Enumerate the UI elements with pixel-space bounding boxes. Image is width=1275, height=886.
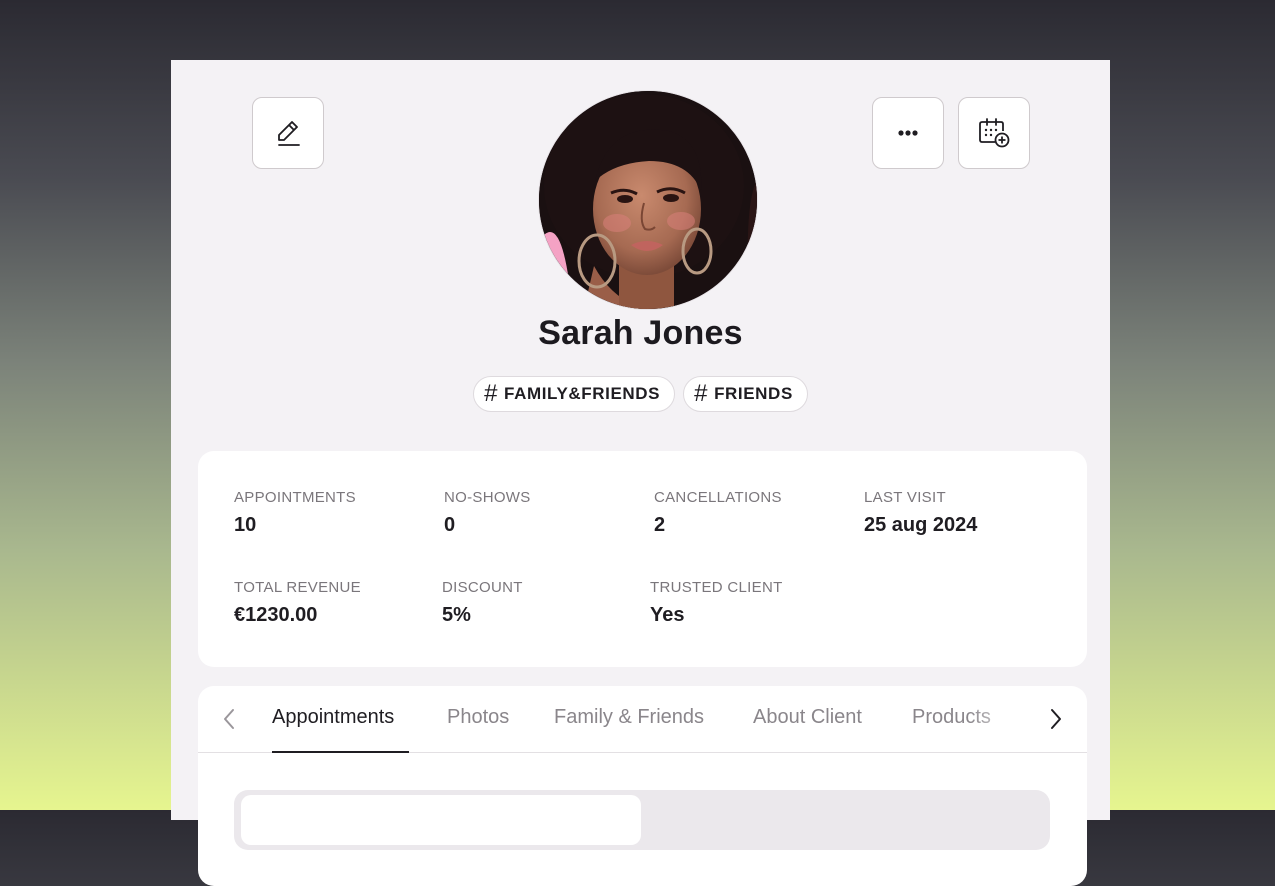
hashtag-icon: # (694, 380, 709, 407)
tab-family-friends[interactable]: Family & Friends (554, 706, 704, 729)
tab-about-client[interactable]: About Client (753, 706, 862, 729)
tabs-fade (968, 696, 1028, 746)
stat-no-shows: NO-SHOWS 0 (444, 489, 531, 537)
tag-chip[interactable]: # FRIENDS (683, 376, 808, 412)
tag-label: FRIENDS (714, 384, 793, 403)
stat-trusted-client: TRUSTED CLIENT Yes (650, 579, 783, 627)
stat-value: 0 (444, 514, 456, 536)
stat-label: CANCELLATIONS (654, 489, 782, 506)
stat-label: TOTAL REVENUE (234, 579, 361, 596)
stat-last-visit: LAST VISIT 25 aug 2024 (864, 489, 977, 537)
more-options-button[interactable] (872, 97, 944, 169)
tab-photos[interactable]: Photos (447, 706, 509, 729)
tag-label: FAMILY&FRIENDS (504, 384, 661, 403)
client-name: Sarah Jones (538, 314, 743, 352)
tabs-prev-button[interactable] (216, 706, 242, 732)
stat-value: 25 aug 2024 (864, 514, 978, 536)
edit-client-button[interactable] (252, 97, 324, 169)
stat-label: NO-SHOWS (444, 489, 531, 506)
tag-chip[interactable]: # FAMILY&FRIENDS (473, 376, 676, 412)
client-profile-panel: Sarah Jones # FAMILY&FRIENDS # FRIENDS A… (171, 60, 1110, 886)
stat-label: LAST VISIT (864, 489, 946, 506)
stat-value: 2 (654, 514, 666, 536)
tabs-next-button[interactable] (1043, 706, 1069, 732)
tab-appointments[interactable]: Appointments (272, 706, 394, 729)
client-photo (539, 91, 757, 309)
active-tab-indicator (272, 751, 409, 753)
stat-label: TRUSTED CLIENT (650, 579, 783, 596)
stat-label: APPOINTMENTS (234, 489, 356, 506)
stat-cancellations: CANCELLATIONS 2 (654, 489, 782, 537)
chevron-right-icon (1051, 709, 1061, 729)
stat-value: Yes (650, 604, 685, 626)
client-tabs-card: Appointments Photos Family & Friends Abo… (198, 686, 1087, 886)
pencil-edit-icon (278, 121, 300, 146)
client-tags: # FAMILY&FRIENDS # FRIENDS (171, 376, 1110, 412)
add-appointment-button[interactable] (958, 97, 1030, 169)
stat-label: DISCOUNT (442, 579, 523, 596)
client-avatar (538, 90, 758, 310)
more-horizontal-icon (898, 130, 918, 136)
stat-appointments: APPOINTMENTS 10 (234, 489, 356, 537)
hashtag-icon: # (484, 380, 499, 407)
segmented-control[interactable] (234, 790, 1050, 850)
client-stats-card: APPOINTMENTS 10 NO-SHOWS 0 CANCELLATIONS… (198, 451, 1087, 667)
stat-value: 5% (442, 604, 471, 626)
stat-total-revenue: TOTAL REVENUE €1230.00 (234, 579, 361, 627)
calendar-add-icon (979, 118, 1010, 148)
stat-value: 10 (234, 514, 257, 536)
tab-bar: Appointments Photos Family & Friends Abo… (198, 686, 1087, 753)
segment-active[interactable] (241, 795, 641, 845)
stat-discount: DISCOUNT 5% (442, 579, 523, 627)
chevron-left-icon (224, 709, 234, 729)
stat-value: €1230.00 (234, 604, 318, 626)
